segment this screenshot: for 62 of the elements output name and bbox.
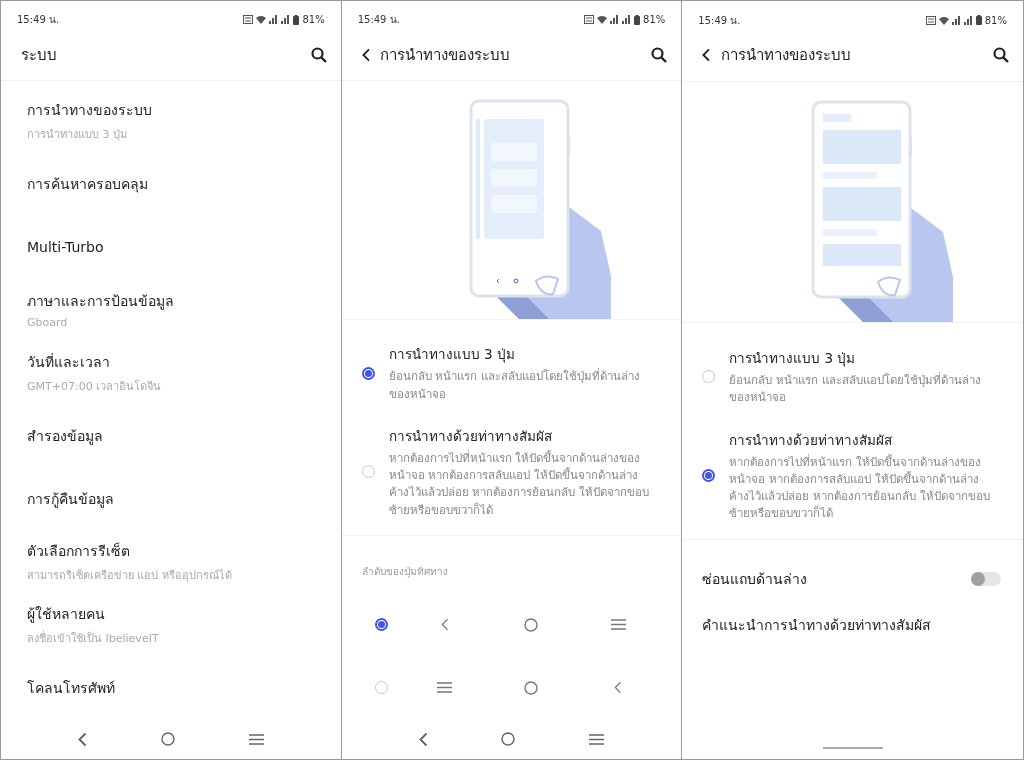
settings-item[interactable]: Multi-Turbo <box>1 215 341 279</box>
toggle-switch[interactable] <box>971 571 1001 586</box>
menu-icon[interactable] <box>589 733 605 745</box>
volte-icon <box>925 15 936 25</box>
volte-icon <box>243 15 254 25</box>
radio-button[interactable] <box>375 618 389 631</box>
signal-icon <box>269 15 279 25</box>
option-title: การนำทางแบบ 3 ปุ่ม <box>388 345 516 365</box>
menu-icon[interactable] <box>437 682 453 694</box>
option-title: การนำทางแบบ 3 ปุ่ม <box>729 349 857 369</box>
signal-icon <box>610 15 620 25</box>
screen-title: การนำทางของระบบ <box>720 45 852 66</box>
battery-level: 81% <box>984 14 1007 26</box>
option-description: ย้อนกลับ หน้าแรก และสลับแอปโดยใช้ปุ่มที่ด้านล่างของหน้าจอ <box>729 372 982 407</box>
settings-item[interactable]: ภาษาและการป้อนข้อมูล Gboard <box>1 278 341 342</box>
settings-item[interactable]: การนำทางของระบบ การนำทางแบบ 3 ปุ่ม <box>1 89 341 153</box>
volte-icon <box>584 15 595 25</box>
settings-item[interactable]: ผู้ใช้หลายคน ลงชื่อเข้าใช้เป็น IbelieveIT <box>1 593 341 657</box>
search-icon[interactable] <box>310 46 327 63</box>
settings-item[interactable]: การค้นหาครอบคลุม <box>1 152 341 216</box>
signal-icon <box>951 15 961 25</box>
settings-item[interactable]: สำรองข้อมูล <box>1 404 341 468</box>
option-description: หากต้องการไปที่หน้าแรก ให้ปัดขึ้นจากด้านล่างของหน้าจอ หากต้องการสลับแอป ให้ปัดขึ้นจากด้านล่างค้างไว้แล้วปล่อย หากต้องการย้อนกลับ ให้ปัดจากขอบซ้ายหรือขอบขวาก็ได้ <box>388 449 650 519</box>
battery-level: 81% <box>302 14 325 26</box>
home-icon[interactable] <box>160 732 175 747</box>
settings-item[interactable]: ตัวเลือกการรีเซ็ต สามารถรีเซ็ตเครือข่าย แอป หรืออุปกรณ์ได้ <box>1 530 341 594</box>
settings-item[interactable]: โคลนโทรศัพท์ <box>1 656 341 720</box>
option-description: หากต้องการไปที่หน้าแรก ให้ปัดขึ้นจากด้านล่างของหน้าจอ หากต้องการสลับแอป ให้ปัดขึ้นจากด้านล่างค้างไว้แล้วปล่อย หากต้องการย้อนกลับ ให้ปัดจากขอบซ้ายหรือขอบขวาก็ได้ <box>729 453 991 523</box>
search-icon[interactable] <box>651 46 668 63</box>
battery-icon <box>634 14 641 25</box>
status-time: 15:49 น. <box>17 13 60 28</box>
status-time: 15:49 น. <box>357 13 400 28</box>
wifi-icon <box>597 15 608 25</box>
status-time: 15:49 น. <box>698 13 741 28</box>
screen-title: ระบบ <box>21 44 58 66</box>
back-icon[interactable] <box>361 47 371 62</box>
signal-icon <box>622 15 632 25</box>
settings-item[interactable]: การกู้คืนข้อมูล <box>1 467 341 531</box>
option-description: ย้อนกลับ หน้าแรก และสลับแอปโดยใช้ปุ่มที่ด้านล่างของหน้าจอ <box>388 368 641 403</box>
menu-icon[interactable] <box>610 619 626 630</box>
screen-title: การนำทางของระบบ <box>380 44 512 66</box>
option-title: การนำทางด้วยท่าทางสัมผัส <box>729 430 894 450</box>
home-icon[interactable] <box>524 680 539 695</box>
wifi-icon <box>938 15 949 25</box>
battery-icon <box>975 15 982 25</box>
tips-link[interactable]: คำแนะนำการนำทางด้วยท่าทางสัมผัส <box>682 603 1023 646</box>
home-icon[interactable] <box>524 617 539 632</box>
settings-item[interactable]: วันที่และเวลา GMT+07:00 เวลาอินโดจีน <box>1 341 341 405</box>
menu-icon[interactable] <box>248 733 264 745</box>
battery-level: 81% <box>643 14 666 26</box>
signal-icon <box>963 15 973 25</box>
search-icon[interactable] <box>993 47 1009 63</box>
radio-button[interactable] <box>361 366 375 380</box>
wifi-icon <box>256 15 267 25</box>
section-label: ลำดับของปุ่มทิศทาง <box>360 564 449 580</box>
battery-icon <box>293 14 300 25</box>
option-title: การนำทางด้วยท่าทางสัมผัส <box>388 426 553 446</box>
radio-button[interactable] <box>702 469 716 482</box>
signal-icon <box>281 15 291 25</box>
back-icon[interactable] <box>702 48 711 62</box>
toggle-label: ซ่อนแถบด้านล่าง <box>702 569 808 589</box>
home-icon[interactable] <box>501 732 516 747</box>
